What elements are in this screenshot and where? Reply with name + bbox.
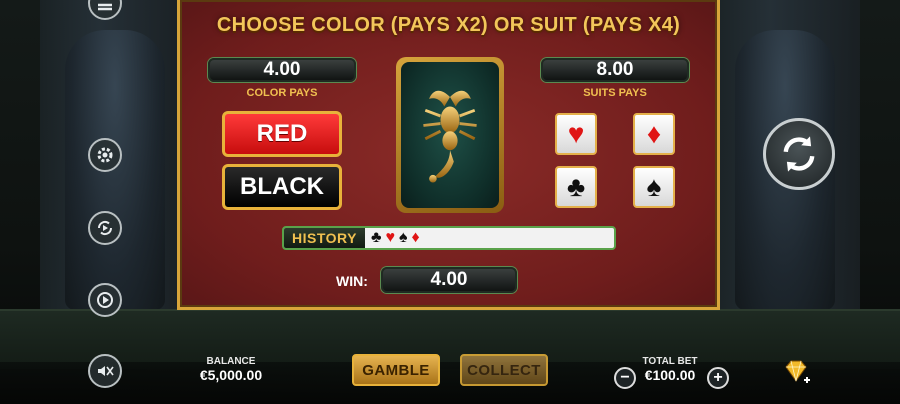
scorpion-icon <box>423 90 477 183</box>
win-value: 4.00 <box>381 267 517 293</box>
gear-icon <box>97 147 113 163</box>
increase-bet-button[interactable]: + <box>707 367 729 389</box>
total-bet-value: €100.00 <box>644 367 696 383</box>
turbo-button[interactable] <box>88 283 122 317</box>
diamond-gem-icon <box>785 360 810 383</box>
decrease-bet-button[interactable]: − <box>614 367 636 389</box>
left-anubis-statue <box>65 30 165 310</box>
temple-stairs <box>0 309 900 369</box>
balance-label: BALANCE <box>206 356 256 367</box>
hearts-icon: ♥ <box>567 118 585 149</box>
diamonds-button[interactable]: ♦ <box>633 113 675 155</box>
face-down-card <box>396 57 504 213</box>
turbo-play-icon <box>97 292 113 308</box>
clubs-button[interactable]: ♣ <box>555 166 597 208</box>
sound-button[interactable] <box>88 354 122 388</box>
black-button[interactable]: BLACK <box>222 164 342 210</box>
total-bet-label: TOTAL BET <box>642 356 698 367</box>
history-spades-icon: ♠ <box>398 229 408 246</box>
diamonds-icon: ♦ <box>646 118 662 149</box>
minus-icon: − <box>620 369 630 386</box>
clubs-icon: ♣ <box>566 171 586 202</box>
red-button[interactable]: RED <box>222 111 342 157</box>
collect-button[interactable]: COLLECT <box>460 354 548 386</box>
win-label: WIN: <box>336 273 368 289</box>
autoplay-icon <box>97 220 113 236</box>
total-bet-display: TOTAL BET €100.00 <box>634 356 706 383</box>
spin-button[interactable] <box>763 118 835 190</box>
spades-icon: ♠ <box>646 171 662 202</box>
color-pays-label: COLOR PAYS <box>246 87 318 99</box>
history-diamonds-icon: ♦ <box>411 229 420 246</box>
card-back <box>401 62 499 208</box>
history-suits: ♣ ♥ ♠ ♦ <box>365 229 420 247</box>
hamburger-icon <box>98 3 112 11</box>
history-hearts-icon: ♥ <box>385 229 395 246</box>
balance-value: €5,000.00 <box>199 367 263 383</box>
balance-display: BALANCE €5,000.00 <box>186 356 276 383</box>
buy-feature-button[interactable] <box>781 357 811 387</box>
gamble-title: CHOOSE COLOR (PAYS X2) OR SUIT (PAYS X4) <box>216 14 681 36</box>
hearts-button[interactable]: ♥ <box>555 113 597 155</box>
spades-button[interactable]: ♠ <box>633 166 675 208</box>
plus-icon: + <box>713 369 723 386</box>
gamble-button[interactable]: GAMBLE <box>352 354 440 386</box>
refresh-icon <box>783 136 815 172</box>
autoplay-button[interactable] <box>88 211 122 245</box>
sound-muted-icon <box>98 366 114 376</box>
settings-button[interactable] <box>88 138 122 172</box>
suits-pays-label: SUITS PAYS <box>583 87 647 99</box>
history-clubs-icon: ♣ <box>370 229 382 246</box>
history-bar: HISTORY ♣ ♥ ♠ ♦ <box>282 226 616 250</box>
color-pays-value: 4.00 <box>208 58 356 82</box>
history-label: HISTORY <box>284 228 365 248</box>
bottom-bar <box>0 362 900 404</box>
suits-pays-value: 8.00 <box>541 58 689 82</box>
